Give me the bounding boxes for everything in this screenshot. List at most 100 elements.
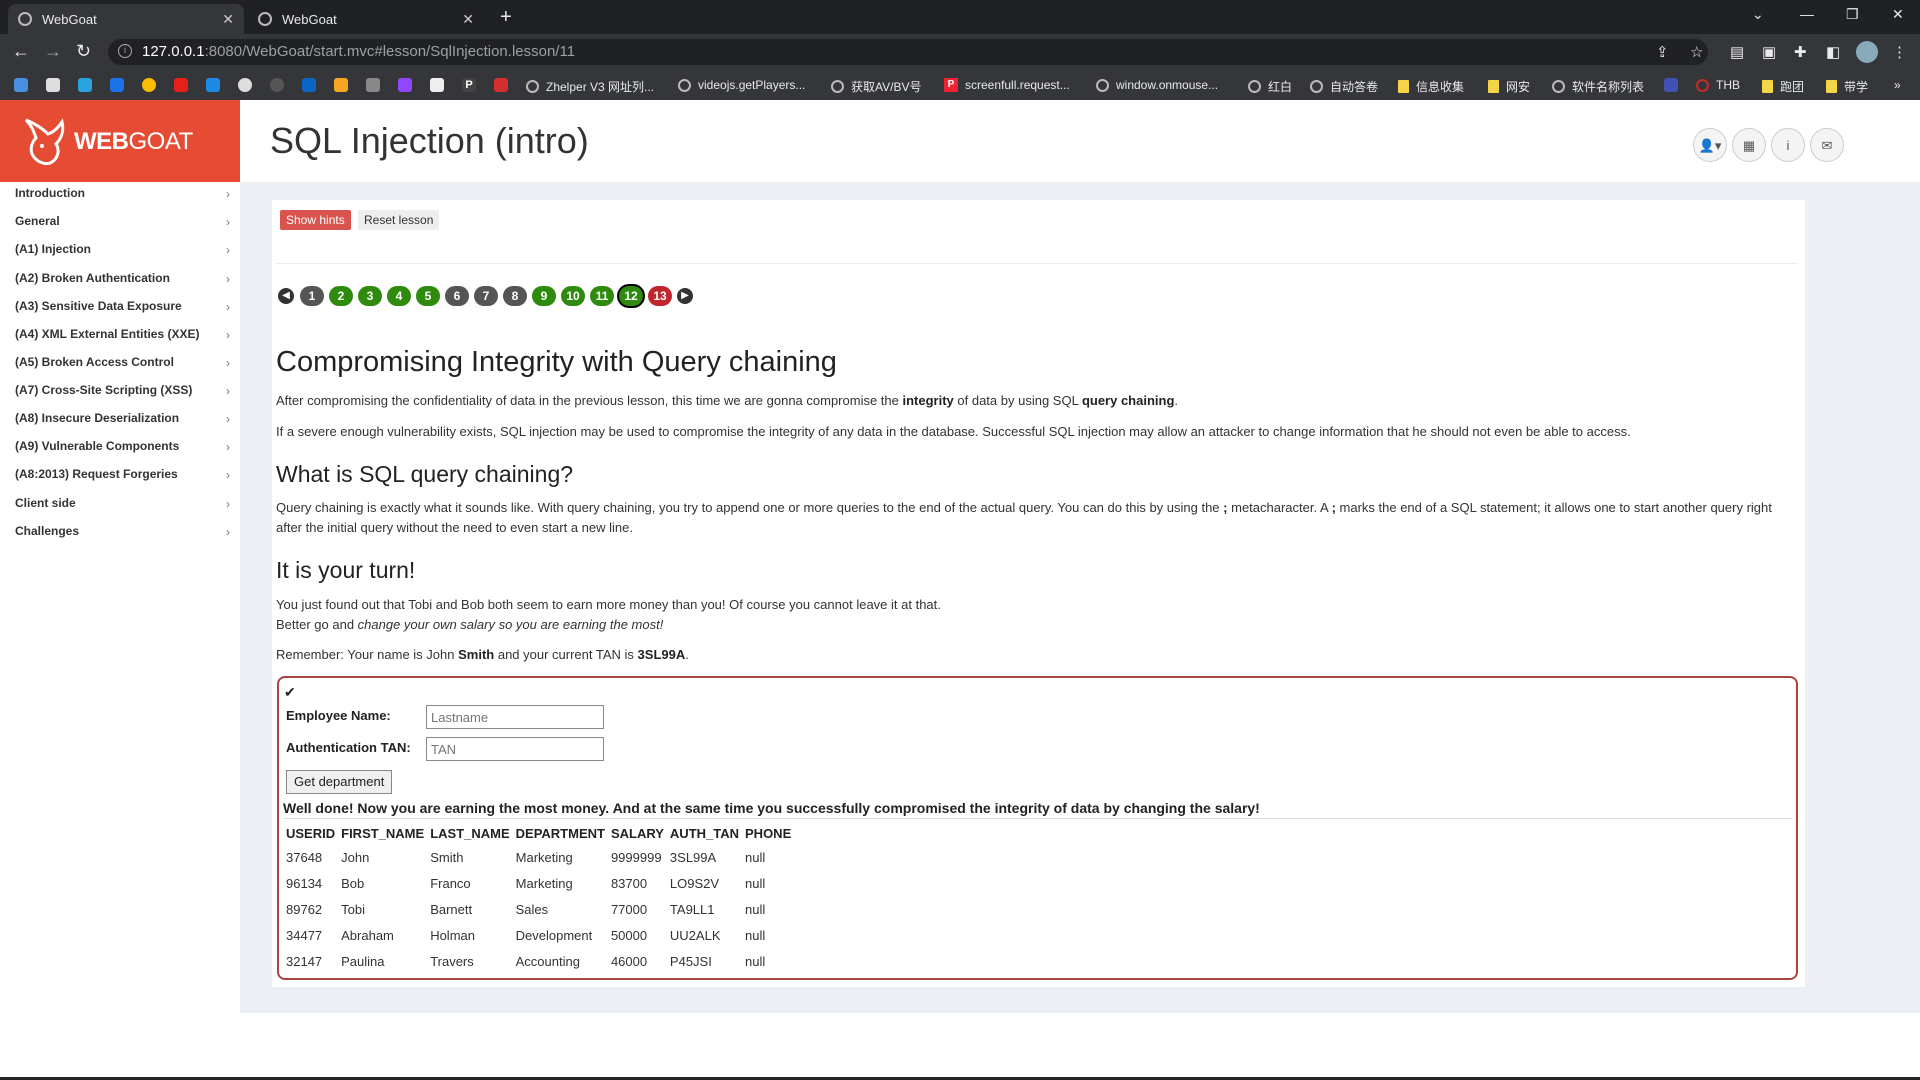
bookmark-icon[interactable] <box>78 78 92 92</box>
bookmark-icon[interactable] <box>142 78 156 92</box>
sidebar-item-request-forgeries[interactable]: (A8:2013) Request Forgeries › <box>15 467 230 482</box>
bookmark-icon[interactable] <box>46 78 60 92</box>
sidebar-item-vulnerable-components[interactable]: (A9) Vulnerable Components › <box>15 439 230 454</box>
table-cell: null <box>745 953 766 969</box>
bookmark-icon[interactable] <box>430 78 444 92</box>
about-info-icon[interactable]: i <box>1771 128 1805 162</box>
close-icon[interactable]: ✕ <box>462 11 474 28</box>
contact-envelope-icon[interactable]: ✉ <box>1810 128 1844 162</box>
bookmark-item[interactable]: 软件名称列表 <box>1552 78 1644 95</box>
sidebar-item-deserialization[interactable]: (A8) Insecure Deserialization › <box>15 411 230 426</box>
sidebar-item-xxe[interactable]: (A4) XML External Entities (XXE) › <box>15 327 230 342</box>
page-link-5[interactable]: 5 <box>416 286 440 306</box>
bookmark-item[interactable]: Zhelper V3 网址列... <box>526 78 654 95</box>
sidebar-item-injection[interactable]: (A1) Injection › <box>15 242 230 257</box>
page-link-11[interactable]: 11 <box>590 286 614 306</box>
paragraph-severity: If a severe enough vulnerability exists,… <box>276 424 1631 439</box>
github-icon[interactable] <box>270 78 284 92</box>
bookmark-item[interactable]: window.onmouse... <box>1096 78 1218 92</box>
bookmark-icon[interactable] <box>494 78 508 92</box>
info-icon[interactable]: i <box>118 44 132 58</box>
bookmark-icon[interactable] <box>366 78 380 92</box>
page-link-8[interactable]: 8 <box>503 286 527 306</box>
close-icon[interactable]: ✕ <box>222 11 234 28</box>
bookmark-item[interactable]: videojs.getPlayers... <box>678 78 805 92</box>
menu-icon[interactable]: ⋮ <box>1892 43 1907 61</box>
sidebar-item-xss[interactable]: (A7) Cross-Site Scripting (XSS) › <box>15 383 230 398</box>
user-menu-icon[interactable]: 👤▾ <box>1693 128 1727 162</box>
show-hints-button[interactable]: Show hints <box>280 210 351 230</box>
restore-icon[interactable]: ❐ <box>1846 6 1859 23</box>
sidebar-item-client-side[interactable]: Client side › <box>15 496 230 511</box>
tab-search-icon[interactable]: ⌄ <box>1752 6 1764 23</box>
sidebar-item-access-control[interactable]: (A5) Broken Access Control › <box>15 355 230 370</box>
side-panel-icon[interactable]: ◧ <box>1826 43 1840 61</box>
page-link-4[interactable]: 4 <box>387 286 411 306</box>
sidebar-item-sensitive-data[interactable]: (A3) Sensitive Data Exposure › <box>15 299 230 314</box>
browser-tab-1[interactable]: WebGoat ✕ <box>8 4 244 34</box>
bookmark-icon[interactable] <box>206 78 220 92</box>
page-link-7[interactable]: 7 <box>474 286 498 306</box>
bookmark-icon[interactable] <box>14 78 28 92</box>
page-link-13[interactable]: 13 <box>648 286 672 306</box>
youtube-icon[interactable] <box>174 78 188 92</box>
bookmark-label: THB <box>1716 78 1740 92</box>
bookmark-folder[interactable]: 网安 <box>1488 78 1530 95</box>
more-bookmarks-icon[interactable]: » <box>1894 78 1901 92</box>
webgoat-logo[interactable]: WEBGOAT <box>0 100 240 182</box>
arrow-left-icon[interactable]: ◀ <box>278 288 294 304</box>
page-link-10[interactable]: 10 <box>561 286 585 306</box>
employee-name-input[interactable] <box>426 705 604 729</box>
bookmark-label: Zhelper V3 网址列... <box>546 80 655 94</box>
back-icon[interactable]: ← <box>12 41 30 62</box>
github-icon[interactable] <box>238 78 252 92</box>
bookmark-icon[interactable] <box>334 78 348 92</box>
get-department-button[interactable]: Get department <box>286 770 393 794</box>
bookmark-item[interactable]: 红白 <box>1248 78 1292 95</box>
extension-icon[interactable]: ▤ <box>1730 43 1744 61</box>
minimize-icon[interactable]: — <box>1800 6 1814 22</box>
reload-icon[interactable]: ↻ <box>76 41 91 62</box>
new-tab-button[interactable]: + <box>500 6 512 29</box>
arrow-right-icon[interactable]: ▶ <box>677 288 693 304</box>
puzzle-icon[interactable]: ✚ <box>1794 43 1807 61</box>
reset-lesson-button[interactable]: Reset lesson <box>358 210 440 230</box>
twitch-icon[interactable] <box>398 78 412 92</box>
bookmark-folder[interactable]: 信息收集 <box>1398 78 1464 95</box>
page-link-6[interactable]: 6 <box>445 286 469 306</box>
bookmark-folder[interactable]: 跑团 <box>1762 78 1804 95</box>
page-link-1[interactable]: 1 <box>300 286 324 306</box>
bookmark-folder[interactable]: 带学 <box>1826 78 1868 95</box>
zhihu-icon[interactable] <box>302 78 316 92</box>
bookmark-item[interactable]: Pscreenfull.request... <box>944 78 1070 92</box>
forward-icon[interactable]: → <box>44 41 62 62</box>
extension-badge-icon[interactable]: ▣ <box>1762 43 1776 61</box>
bookmark-item[interactable]: 获取AV/BV号 <box>831 78 921 95</box>
folder-icon <box>1488 80 1499 93</box>
sidebar-item-introduction[interactable]: Introduction › <box>15 186 230 201</box>
bookmark-label: 获取AV/BV号 <box>851 80 922 94</box>
auth-tan-input[interactable] <box>426 737 604 761</box>
bookmark-icon[interactable]: P <box>462 78 476 92</box>
share-icon[interactable]: ⇪ <box>1656 43 1669 61</box>
bookmark-icon[interactable] <box>1664 78 1678 92</box>
sidebar-item-broken-auth[interactable]: (A2) Broken Authentication › <box>15 271 230 286</box>
text-bold: query chaining <box>1081 393 1175 408</box>
page-link-3[interactable]: 3 <box>358 286 382 306</box>
page-link-2[interactable]: 2 <box>329 286 353 306</box>
page-link-9[interactable]: 9 <box>532 286 556 306</box>
url-input[interactable]: i 127.0.0.1:8080/WebGoat/start.mvc#lesso… <box>108 39 1708 65</box>
table-cell: null <box>745 927 766 943</box>
bookmark-star-icon[interactable]: ☆ <box>1690 43 1703 61</box>
profile-avatar[interactable] <box>1856 41 1878 63</box>
bookmark-icon[interactable] <box>110 78 124 92</box>
sidebar-item-label: (A9) Vulnerable Components <box>15 439 180 453</box>
sidebar-item-challenges[interactable]: Challenges › <box>15 524 230 539</box>
page-link-12-current[interactable]: 12 <box>619 286 643 306</box>
window-close-icon[interactable]: ✕ <box>1892 6 1904 23</box>
browser-tab-2[interactable]: WebGoat ✕ <box>248 4 484 34</box>
bookmark-item[interactable]: THB <box>1696 78 1740 92</box>
report-card-icon[interactable]: ▦ <box>1732 128 1766 162</box>
sidebar-item-general[interactable]: General › <box>15 214 230 229</box>
bookmark-item[interactable]: 自动答卷 <box>1310 78 1378 95</box>
